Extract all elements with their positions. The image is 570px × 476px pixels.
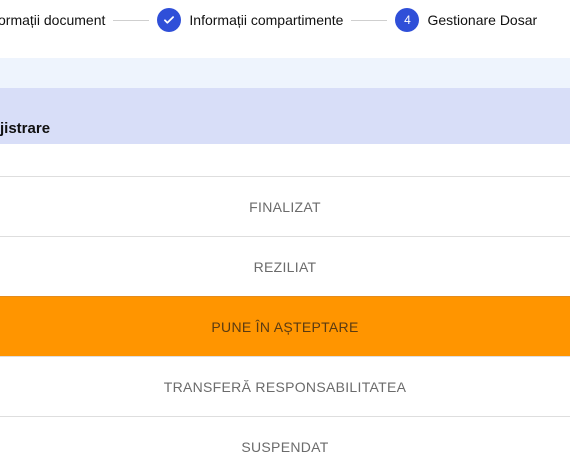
step-connector (351, 19, 388, 21)
step-complete-icon[interactable] (157, 8, 182, 32)
step-number-badge[interactable]: 4 (395, 8, 420, 32)
step-label-compartimente[interactable]: Informații compartimente (189, 13, 343, 27)
step-label-document[interactable]: ormații document (0, 13, 105, 27)
stepper: ormații document Informații compartiment… (0, 0, 570, 40)
option-reziliat[interactable]: REZILIAT (0, 236, 570, 296)
status-options-list: FINALIZAT REZILIAT PUNE ÎN AȘTEPTARE TRA… (0, 176, 570, 476)
section-header (0, 88, 570, 144)
step-connector (113, 19, 150, 21)
section-header-label: jistrare (0, 120, 51, 137)
check-icon (164, 16, 175, 24)
toolbar-strip (0, 58, 570, 88)
option-pune-in-asteptare[interactable]: PUNE ÎN AȘTEPTARE (0, 296, 570, 356)
step-label-gestionare[interactable]: Gestionare Dosar (427, 13, 537, 27)
option-transfera-responsabilitatea[interactable]: TRANSFERĂ RESPONSABILITATEA (0, 356, 570, 416)
option-suspendat[interactable]: SUSPENDAT (0, 416, 570, 476)
option-finalizat[interactable]: FINALIZAT (0, 176, 570, 236)
